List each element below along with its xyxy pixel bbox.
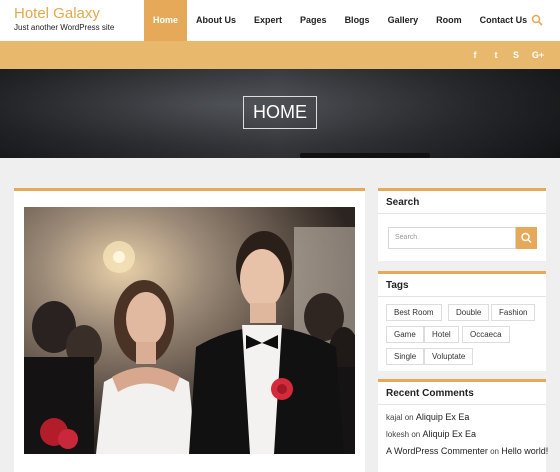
comment-on: on — [404, 413, 414, 422]
page-hero-banner: HOME — [0, 69, 560, 158]
nav-item-contact-us[interactable]: Contact Us — [471, 0, 537, 41]
nav-item-room[interactable]: Room — [427, 0, 471, 41]
search-icon[interactable] — [531, 14, 543, 26]
facebook-icon[interactable]: f — [467, 41, 483, 69]
search-icon — [521, 232, 532, 244]
main-nav: Home About Us Expert Pages Blogs Gallery… — [144, 0, 536, 41]
social-bar: f t S G+ — [0, 41, 560, 69]
sidebar-search-input[interactable]: Search — [388, 227, 516, 249]
skype-icon[interactable]: S — [508, 41, 524, 69]
tag-double[interactable]: Double — [448, 304, 490, 321]
nav-item-gallery[interactable]: Gallery — [379, 0, 428, 41]
google-plus-icon[interactable]: G+ — [529, 41, 547, 69]
comment-post-link[interactable]: Aliquip Ex Ea — [423, 429, 477, 439]
search-widget: Search Search — [378, 188, 546, 261]
site-branding[interactable]: Hotel Galaxy Just another WordPress site — [14, 6, 115, 33]
nav-item-expert[interactable]: Expert — [245, 0, 291, 41]
tag-single[interactable]: Single — [386, 348, 425, 365]
comment-author-link[interactable]: A WordPress Commenter — [386, 446, 488, 456]
recent-comments-title: Recent Comments — [378, 382, 546, 405]
comment-author: lokesh — [386, 430, 410, 439]
featured-photo-illustration — [24, 207, 355, 454]
comment-item: A WordPress Commenter on Hello world! — [386, 446, 548, 456]
comment-post-link[interactable]: Hello world! — [501, 446, 548, 456]
nav-item-home[interactable]: Home — [144, 0, 188, 41]
tags-widget: Tags Best Room Double Fashion Game Hotel… — [378, 271, 546, 371]
site-title[interactable]: Hotel Galaxy — [14, 6, 114, 22]
tag-voluptate[interactable]: Voluptate — [424, 348, 474, 365]
main-content-card — [14, 188, 365, 472]
site-header: Hotel Galaxy Just another WordPress site… — [0, 0, 560, 41]
featured-image[interactable] — [24, 207, 355, 454]
comment-on: on — [411, 430, 421, 439]
comment-post-link[interactable]: Aliquip Ex Ea — [416, 412, 470, 422]
tags-widget-title: Tags — [378, 274, 546, 297]
tag-fashion[interactable]: Fashion — [491, 304, 536, 321]
hero-background-detail — [300, 153, 430, 158]
nav-item-pages[interactable]: Pages — [291, 0, 336, 41]
search-widget-title: Search — [378, 191, 546, 214]
tag-hotel[interactable]: Hotel — [424, 326, 459, 343]
tag-game[interactable]: Game — [386, 326, 424, 343]
comment-on: on — [490, 447, 500, 456]
comment-item: kajal on Aliquip Ex Ea — [386, 412, 469, 422]
nav-item-about-us[interactable]: About Us — [187, 0, 245, 41]
sidebar-search-button[interactable] — [516, 227, 537, 249]
tag-occaeca[interactable]: Occaeca — [462, 326, 510, 343]
site-tagline: Just another WordPress site — [14, 23, 115, 32]
recent-comments-widget: Recent Comments kajal on Aliquip Ex Ea l… — [378, 379, 548, 472]
twitter-icon[interactable]: t — [488, 41, 504, 69]
comment-author: kajal — [386, 413, 403, 422]
comment-item: lokesh on Aliquip Ex Ea — [386, 429, 476, 439]
page-title: HOME — [243, 96, 317, 129]
nav-item-blogs[interactable]: Blogs — [336, 0, 379, 41]
tag-best-room[interactable]: Best Room — [386, 304, 442, 321]
